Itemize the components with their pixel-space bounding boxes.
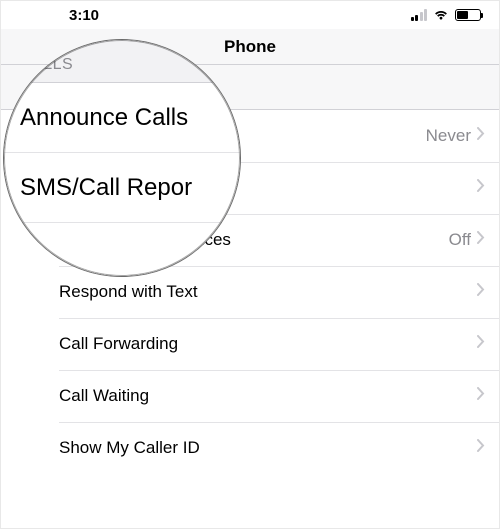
- chevron-right-icon: [477, 387, 485, 405]
- magnifier-lens: CALLS Announce Calls SMS/Call Repor: [3, 39, 241, 277]
- chevron-right-icon: [477, 231, 485, 249]
- wifi-icon: [433, 9, 449, 21]
- chevron-right-icon: [477, 127, 485, 145]
- row-detail: Never: [426, 126, 471, 146]
- chevron-right-icon: [477, 439, 485, 457]
- chevron-right-icon: [477, 335, 485, 353]
- status-right: [411, 9, 482, 21]
- mag-row-sms-call-reporting[interactable]: SMS/Call Repor: [4, 153, 241, 223]
- mag-row-announce-calls[interactable]: Announce Calls: [4, 83, 241, 153]
- row-label: SMS/Call Repor: [20, 174, 241, 202]
- chevron-right-icon: [477, 179, 485, 197]
- row-label: Call Forwarding: [59, 334, 477, 354]
- battery-icon: [455, 9, 481, 21]
- row-show-my-caller-id[interactable]: Show My Caller ID: [1, 422, 499, 474]
- row-label: Show My Caller ID: [59, 438, 477, 458]
- row-call-waiting[interactable]: Call Waiting: [1, 370, 499, 422]
- mag-section-header: CALLS: [4, 40, 241, 83]
- row-label: Call Waiting: [59, 386, 477, 406]
- status-bar: 3:10: [1, 1, 499, 29]
- row-call-forwarding[interactable]: Call Forwarding: [1, 318, 499, 370]
- row-label: Announce Calls: [20, 104, 241, 132]
- signal-icon: [411, 9, 428, 21]
- status-time: 3:10: [69, 7, 99, 24]
- chevron-right-icon: [477, 283, 485, 301]
- row-detail: Off: [449, 230, 471, 250]
- row-label: Respond with Text: [59, 282, 477, 302]
